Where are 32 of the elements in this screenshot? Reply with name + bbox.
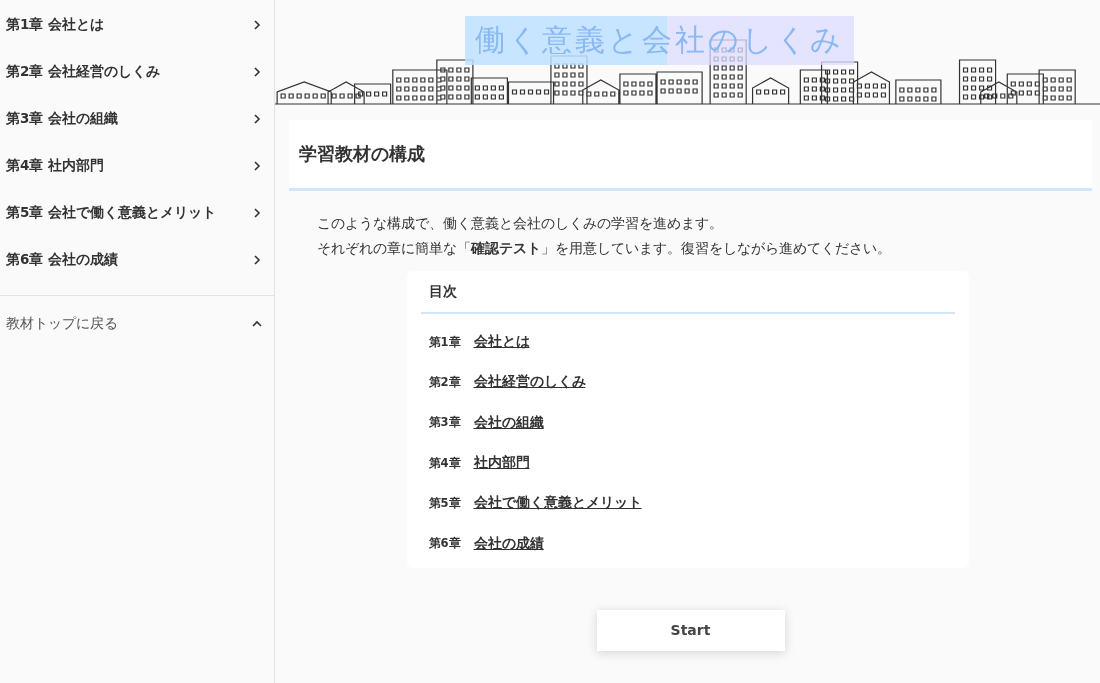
chapter-number: 第3章 — [428, 415, 462, 431]
back-link[interactable]: 教材トップに戻る — [0, 300, 274, 347]
chapter-link[interactable]: 会社経営のしくみ — [473, 373, 586, 392]
toc-title: 目次 — [420, 275, 955, 314]
chapter-number: 第6章 — [428, 536, 462, 552]
intro-text: それぞれの章に簡単な「確認テスト」を用意しています。復習をしながら進めてください。 — [317, 239, 892, 258]
chevron-right-icon — [252, 66, 262, 77]
section-heading: 学習教材の構成 — [298, 142, 426, 166]
sidebar-item[interactable]: 第3章 会社の組織 — [0, 95, 274, 142]
chevron-right-icon — [252, 207, 262, 218]
chevron-right-icon — [252, 113, 262, 124]
chapter-number: 第5章 — [428, 495, 462, 511]
sidebar-item[interactable]: 第1章 会社とは — [0, 1, 274, 48]
sidebar-item[interactable]: 第4章 社内部門 — [0, 142, 274, 189]
chapter-link[interactable]: 会社で働く意義とメリット — [473, 494, 642, 513]
sidebar-item[interactable]: 第6章 会社の成績 — [0, 236, 274, 283]
start-button[interactable]: Start — [596, 609, 785, 651]
sidebar-item[interactable]: 第2章 会社経営のしくみ — [0, 48, 274, 95]
chevron-up-icon — [252, 318, 262, 329]
chevron-right-icon — [252, 254, 262, 265]
sidebar-item[interactable]: 第5章 会社で働く意義とメリット — [0, 189, 274, 236]
chapter-link[interactable]: 社内部門 — [473, 454, 530, 473]
chapter-link[interactable]: 会社の成績 — [473, 534, 544, 553]
chapter-link[interactable]: 会社の組織 — [473, 413, 544, 432]
banner-title: 働く意義と会社のしくみ — [465, 16, 854, 65]
chapter-number: 第1章 — [428, 334, 462, 350]
chapter-number: 第2章 — [428, 374, 462, 390]
intro-text: このような構成で、働く意義と会社のしくみの学習を進めます。 — [317, 214, 724, 233]
chapter-number: 第4章 — [428, 455, 462, 471]
chevron-right-icon — [252, 19, 262, 30]
chapter-link[interactable]: 会社とは — [473, 333, 530, 352]
chevron-right-icon — [252, 160, 262, 171]
